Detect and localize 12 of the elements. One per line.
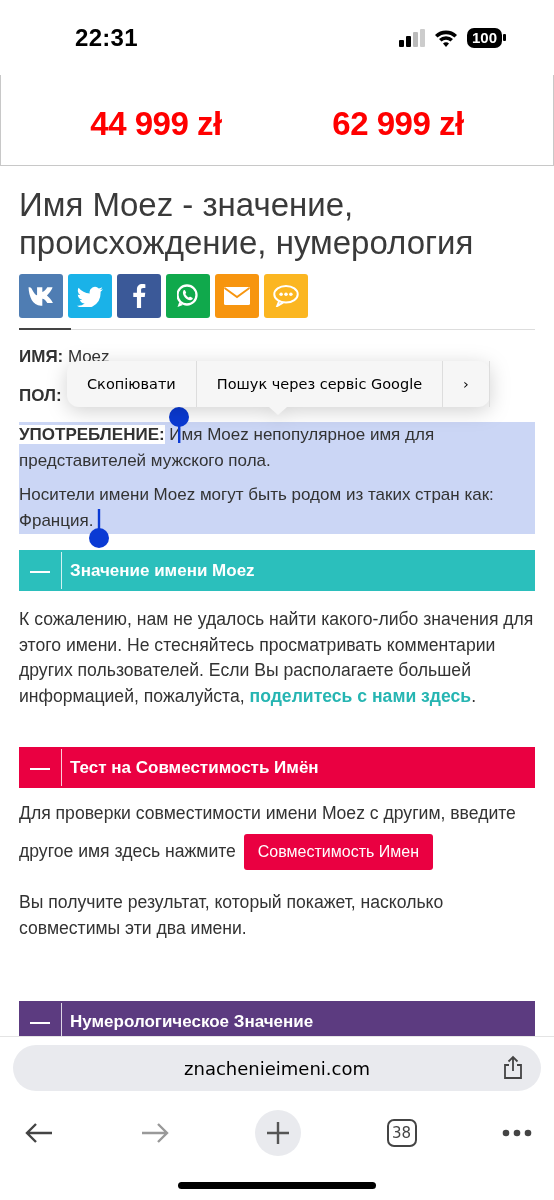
section-text: Для проверки совместимости имени Moez с другим, введите другое имя здесь нажмите Совместимость Имен — [19, 794, 535, 871]
section-title: Нумерологическое Значение — [69, 1011, 314, 1032]
price: 44 999 zł — [90, 105, 222, 143]
url-text: znachenieimeni.com — [184, 1057, 370, 1079]
section-text: Вы получите результат, который покажет, насколько совместимы эти два имени. — [19, 891, 445, 940]
origin-text: Носители имени Moez могут быть родом из таких стран как: Франция. — [19, 482, 535, 534]
section-title: Тест на Совместимость Имён — [69, 757, 319, 778]
section-title: Значение имени Moez — [69, 560, 255, 581]
page-title: Имя Moez - значение, происхождение, нумерология — [19, 186, 475, 262]
clock: 22:31 — [75, 23, 138, 52]
section-text: К сожалению, нам не удалось найти какого-либо значения для этого имени. Не стесняйтесь просматривать комментарии других пользователей. Если Вы располагаете большей информацией, пожалуйста, поделитесь с нами здесь. — [19, 608, 535, 708]
price: 62 999 zł — [332, 105, 464, 143]
